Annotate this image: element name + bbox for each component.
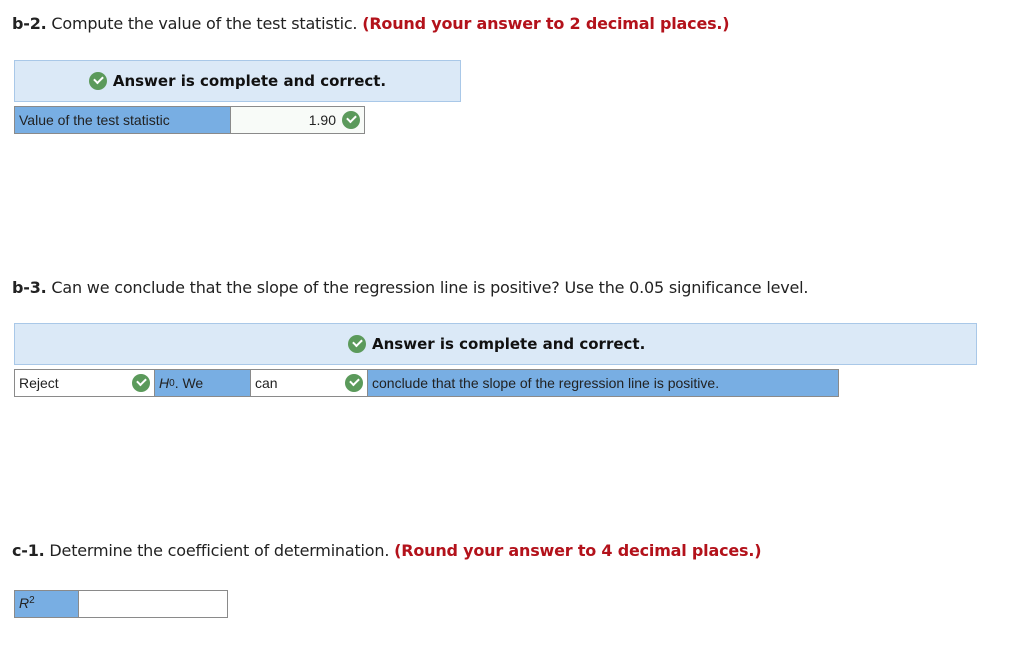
can-cannot-select[interactable]: can [250,369,368,397]
question-c1-label: c-1. [12,541,45,560]
check-circle-icon [88,72,107,90]
question-b2-text: Compute the value of the test statistic. [46,14,363,33]
question-b2-hint: (Round your answer to 2 decimal places.) [362,14,730,33]
answer-status-banner-b3: Answer is complete and correct. [14,323,977,365]
h0-symbol: H [159,375,170,391]
can-cannot-select-value: can [255,375,278,391]
question-c1-hint: (Round your answer to 4 decimal places.) [394,541,762,560]
test-statistic-input[interactable]: 1.90 [230,106,365,134]
question-b2-label: b-2. [12,14,47,33]
question-b3-label: b-3. [12,278,47,297]
check-circle-icon [132,374,150,392]
r-superscript: 2 [29,595,35,606]
test-statistic-label: Value of the test statistic [14,106,231,134]
question-b3: b-3. Can we conclude that the slope of t… [12,278,808,297]
decision-select-value: Reject [19,375,59,391]
conclusion-label: conclude that the slope of the regressio… [367,369,839,397]
h0-label: H0. We [154,369,251,397]
conclusion-text: conclude that the slope of the regressio… [372,375,720,391]
r-symbol: R [19,595,30,611]
question-b2: b-2. Compute the value of the test stati… [12,14,730,33]
r-squared-input[interactable] [78,590,228,618]
question-b3-text: Can we conclude that the slope of the re… [46,278,809,297]
decision-select[interactable]: Reject [14,369,155,397]
test-statistic-value: 1.90 [308,112,336,128]
check-circle-icon [348,335,366,353]
question-c1: c-1. Determine the coefficient of determ… [12,541,762,560]
test-statistic-label-text: Value of the test statistic [19,112,170,128]
check-circle-icon [345,374,363,392]
answer-status-text: Answer is complete and correct. [112,72,387,90]
answer-status-banner-b2: Answer is complete and correct. [14,60,461,102]
answer-status-text: Answer is complete and correct. [372,335,646,353]
r-squared-label: R2 [14,590,79,618]
check-circle-icon [342,111,360,129]
h0-suffix: . We [174,375,204,391]
question-c1-text: Determine the coefficient of determinati… [44,541,395,560]
